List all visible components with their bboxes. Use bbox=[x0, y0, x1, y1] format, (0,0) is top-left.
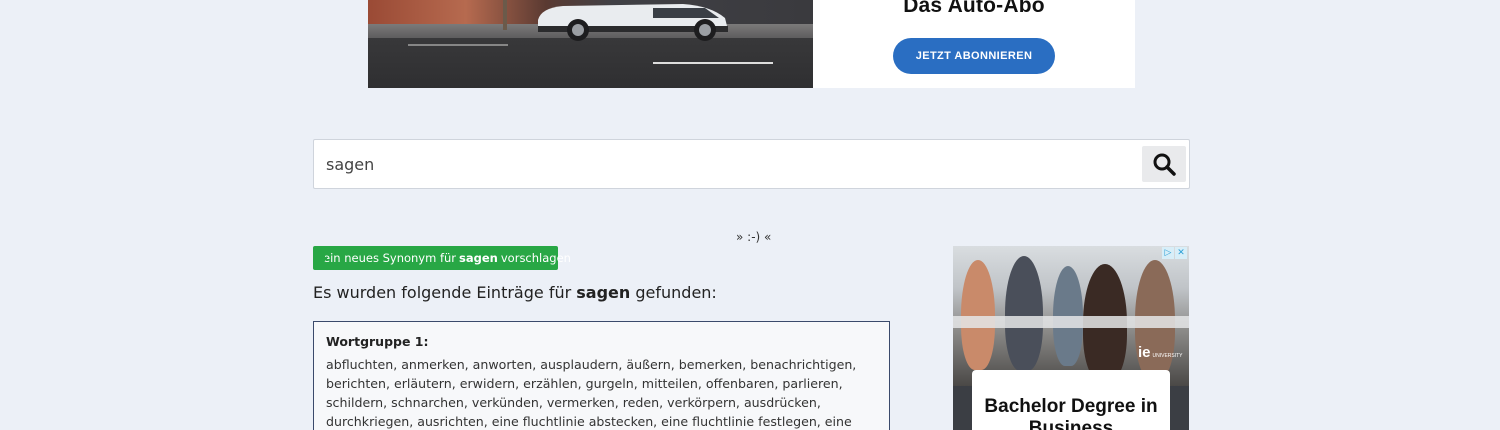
results-suffix: gefunden: bbox=[635, 283, 717, 302]
smiley-text: » :-) « bbox=[736, 230, 772, 244]
ie-university-logo: ie UNIVERSITY bbox=[1138, 344, 1183, 361]
ad-title: Das Auto-Abo bbox=[903, 0, 1045, 17]
suggest-prefix: ein neues Synonym für bbox=[323, 251, 457, 265]
suggest-term: sagen bbox=[459, 251, 498, 265]
suggest-synonym-button[interactable]: ein neues Synonym für sagen vorschlagen bbox=[313, 246, 571, 270]
results-heading: Es wurden folgende Einträge für sagen ge… bbox=[313, 283, 717, 302]
search-button[interactable] bbox=[1142, 146, 1186, 182]
ad-car-photo bbox=[368, 0, 813, 88]
ad-close-icon[interactable]: ✕ bbox=[1175, 247, 1187, 259]
ad-classroom-photo bbox=[953, 246, 1189, 386]
results-prefix: Es wurden folgende Einträge für bbox=[313, 283, 572, 302]
search-icon bbox=[1153, 153, 1176, 176]
word-group-words[interactable]: abfluchten, anmerken, anworten, ausplaud… bbox=[326, 355, 877, 430]
ad-choices[interactable]: ▷ ✕ bbox=[1162, 247, 1187, 259]
subscribe-button[interactable]: JETZT ABONNIEREN bbox=[893, 38, 1055, 74]
ad-play-icon[interactable]: ▷ bbox=[1162, 247, 1174, 259]
car-image bbox=[538, 4, 728, 41]
ad-headline: Bachelor Degree in Business bbox=[984, 396, 1158, 430]
word-group-box: Wortgruppe 1: abfluchten, anmerken, anwo… bbox=[313, 321, 890, 430]
side-ad[interactable]: ▷ ✕ ie UNIVERSITY Bachelor Degree in Busi… bbox=[953, 246, 1189, 430]
ad-card: Bachelor Degree in Business bbox=[972, 370, 1170, 430]
word-group-title: Wortgruppe 1: bbox=[326, 334, 429, 349]
ad-text-panel: Das Auto-Abo JETZT ABONNIEREN bbox=[813, 0, 1135, 88]
search-bar bbox=[313, 139, 1190, 189]
search-input[interactable] bbox=[314, 140, 1134, 188]
suggest-suffix: vorschlagen bbox=[500, 251, 571, 265]
results-term: sagen bbox=[576, 283, 631, 302]
top-banner-ad[interactable]: Das Auto-Abo JETZT ABONNIEREN bbox=[368, 0, 1135, 88]
